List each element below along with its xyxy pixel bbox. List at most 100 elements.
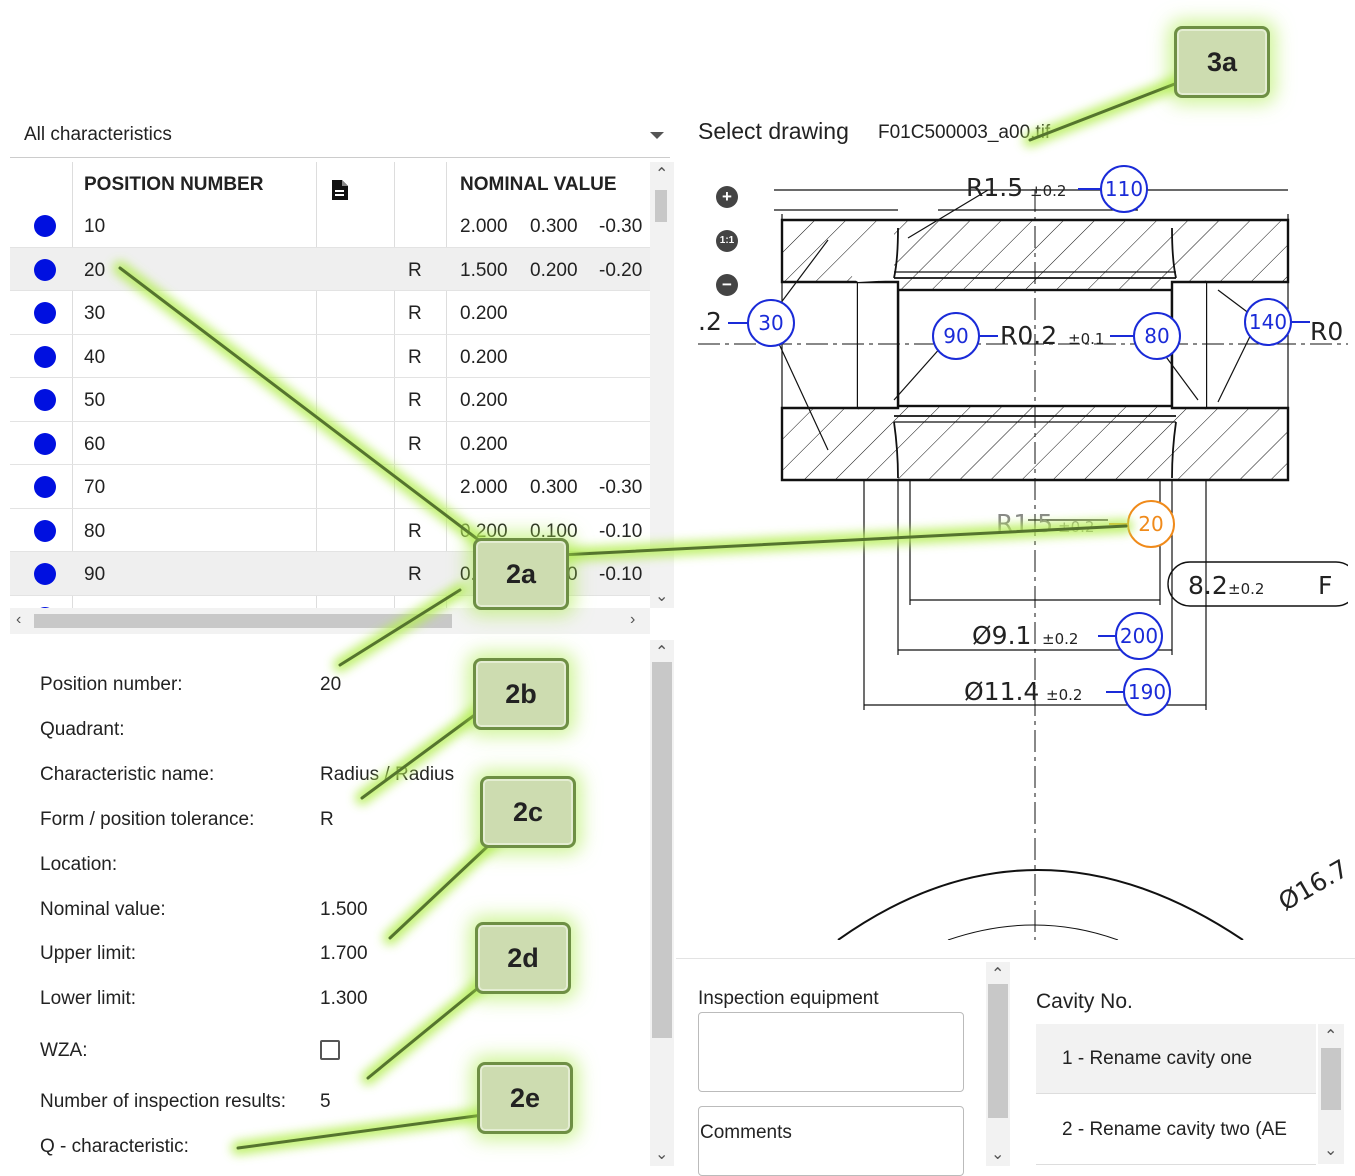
status-dot-icon [34,215,56,237]
cell-nominal: 2.000 [460,216,508,237]
inspection-equipment-label: Inspection equipment [698,988,879,1009]
dim-82-tail: F [1318,571,1332,600]
cell-lower: -0.30 [599,216,643,237]
nominal-value-label: Nominal value: [40,899,166,920]
cavity-vertical-scrollbar[interactable]: ⌃ ⌄ [1318,1024,1344,1164]
drawing-file-name[interactable]: F01C500003_a00.tif [878,122,1050,144]
cell-tolerance: R [408,390,422,411]
details-vertical-scrollbar[interactable]: ⌃ ⌄ [650,640,674,1166]
cell-tolerance: R [408,433,422,455]
scroll-thumb[interactable] [1321,1048,1341,1110]
table-row[interactable]: 70 2.000 0.300 -0.30 [10,465,650,509]
characteristic-name-label: Characteristic name: [40,764,215,785]
callout-tag-3a: 3a [1174,26,1270,98]
scroll-up-icon[interactable]: ⌃ [991,964,1004,984]
cell-position: 20 [84,259,106,281]
cell-position: 50 [84,390,106,411]
balloon-label: 190 [1128,680,1166,704]
cell-lower: -0.30 [599,477,643,498]
cell-tolerance: R [408,564,422,585]
column-header-nominal-value[interactable]: NOMINAL VALUE [460,162,617,204]
table-row[interactable]: 10 2.000 0.300 -0.30 [10,204,650,248]
status-dot-icon [34,389,56,411]
scroll-up-icon[interactable]: ⌃ [655,642,668,662]
upper-limit-label: Upper limit: [40,943,137,964]
cell-position: 10 [84,216,106,237]
position-number-label: Position number: [40,674,183,695]
scroll-thumb[interactable] [988,984,1008,1118]
cavity-list-item-selected[interactable]: 1 - Rename cavity one [1036,1024,1316,1094]
wza-label: WZA: [40,1040,88,1061]
zoom-reset-icon[interactable]: 1:1 [716,230,738,252]
scroll-down-icon[interactable]: ⌄ [655,586,668,606]
callout-tag-2b: 2b [473,658,569,730]
scroll-down-icon[interactable]: ⌄ [991,1144,1004,1164]
location-label: Location: [40,854,118,875]
cell-position: 80 [84,520,106,542]
dim-d167: Ø16.7 [1273,854,1348,917]
balloon-label: 110 [1105,177,1143,201]
table-horizontal-scrollbar[interactable]: ‹ › [10,608,650,634]
dim-r15-top: R1.5 [966,173,1023,202]
column-header-position-number[interactable]: POSITION NUMBER [84,162,263,204]
form-vertical-scrollbar[interactable]: ⌃ ⌄ [986,962,1010,1166]
cavity-list-item[interactable]: 2 - Rename cavity two (AE [1036,1095,1316,1165]
callout-tag-2d: 2d [475,922,571,994]
table-row-selected[interactable]: 20 R 1.500 0.200 -0.20 [10,247,650,291]
section-divider [676,958,1355,959]
cell-lower: -0.20 [599,259,643,281]
cell-tolerance: R [408,520,422,542]
chevron-down-icon[interactable] [650,132,664,139]
form-tolerance-label: Form / position tolerance: [40,809,255,830]
filter-selected-value: All characteristics [24,124,172,145]
technical-drawing-viewer[interactable]: R1.5 ±0.2 .2 R0.2 ±0.1 R0 R1.5 ±0.2 8.2 … [698,150,1348,940]
wza-checkbox[interactable] [320,1040,340,1060]
callout-tag-2c: 2c [480,776,576,848]
lower-limit-label: Lower limit: [40,988,137,1009]
balloon-label: 200 [1120,624,1158,648]
dim-82: 8.2 [1188,571,1228,600]
scroll-thumb[interactable] [34,614,452,628]
table-row[interactable]: 60 R 0.200 [10,422,650,465]
cell-nominal: 0.200 [460,346,508,368]
scroll-left-icon[interactable]: ‹ [16,611,21,629]
scroll-right-icon[interactable]: › [630,611,635,629]
balloon-label: 90 [943,324,968,348]
status-dot-icon [34,519,56,542]
scroll-down-icon[interactable]: ⌄ [655,1144,668,1164]
select-drawing-label: Select drawing [698,118,849,144]
dim-tol: ±0.2 [1042,630,1078,648]
callout-tag-2a: 2a [473,538,569,610]
inspection-results-label: Number of inspection results: [40,1091,287,1112]
dim-tol: ±0.2 [1058,518,1094,536]
zoom-in-icon[interactable]: + [716,186,738,208]
scroll-down-icon[interactable]: ⌄ [1324,1140,1337,1160]
scroll-thumb[interactable] [655,190,667,222]
scroll-thumb[interactable] [652,662,672,1038]
cavity-no-label: Cavity No. [1036,990,1133,1013]
table-vertical-scrollbar[interactable]: ⌃ ⌄ [650,162,674,608]
zoom-out-icon[interactable]: − [716,274,738,296]
characteristics-filter-dropdown[interactable]: All characteristics [10,112,670,158]
cell-tolerance: R [408,259,422,281]
inspection-equipment-field[interactable] [698,1012,964,1092]
scroll-up-icon[interactable]: ⌃ [655,164,668,184]
status-dot-icon [34,563,56,585]
balloon-label: 140 [1249,310,1287,334]
status-dot-icon [34,432,56,455]
scroll-up-icon[interactable]: ⌃ [1324,1026,1337,1046]
table-row[interactable]: 40 R 0.200 [10,335,650,378]
cell-lower: -0.10 [599,520,643,542]
dim-tol: ±0.2 [1030,182,1066,200]
cell-tolerance: R [408,303,422,324]
table-row[interactable]: 50 R 0.200 [10,378,650,422]
cell-upper: 0.300 [530,477,578,498]
position-number-value: 20 [320,674,342,695]
cell-position: 30 [84,303,106,324]
lower-limit-value: 1.300 [320,988,368,1009]
status-dot-icon [34,302,56,324]
table-row[interactable]: 30 R 0.200 [10,291,650,335]
cell-lower: -0.10 [599,564,643,585]
balloon-label-highlighted: 20 [1138,512,1163,536]
cell-position: 90 [84,564,106,585]
